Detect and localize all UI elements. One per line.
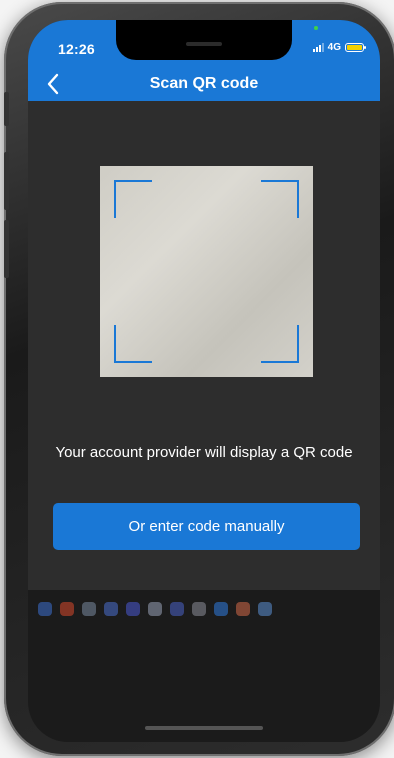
battery-icon: [345, 43, 366, 52]
viewfinder-corner-top-left: [114, 180, 152, 218]
mute-switch: [4, 92, 9, 126]
qr-scanner-viewfinder: [100, 166, 313, 377]
volume-up-button: [4, 152, 9, 210]
phone-screen: 12:26 4G Scan QR code Your account provi…: [28, 20, 380, 742]
earpiece-speaker: [186, 42, 222, 46]
signal-icon: [312, 43, 324, 52]
camera-indicator-dot: [314, 26, 318, 30]
phone-device: 12:26 4G Scan QR code Your account provi…: [4, 2, 394, 756]
viewfinder-corner-bottom-right: [261, 325, 299, 363]
viewfinder-corner-bottom-left: [114, 325, 152, 363]
network-type: 4G: [327, 42, 341, 53]
status-time: 12:26: [58, 41, 95, 57]
background-taskbar-reflection: [28, 598, 380, 620]
home-indicator[interactable]: [145, 726, 263, 730]
battery-level: [347, 45, 362, 50]
enter-code-manually-button[interactable]: Or enter code manually: [53, 503, 360, 550]
status-indicators: 4G: [312, 42, 366, 53]
page-title: Scan QR code: [149, 75, 259, 92]
instruction-text: Your account provider will display a QR …: [55, 444, 353, 461]
volume-down-button: [4, 220, 9, 278]
app-header: 12:26 4G Scan QR code: [28, 20, 380, 101]
viewfinder-corner-top-right: [261, 180, 299, 218]
camera-notch: [116, 20, 292, 60]
